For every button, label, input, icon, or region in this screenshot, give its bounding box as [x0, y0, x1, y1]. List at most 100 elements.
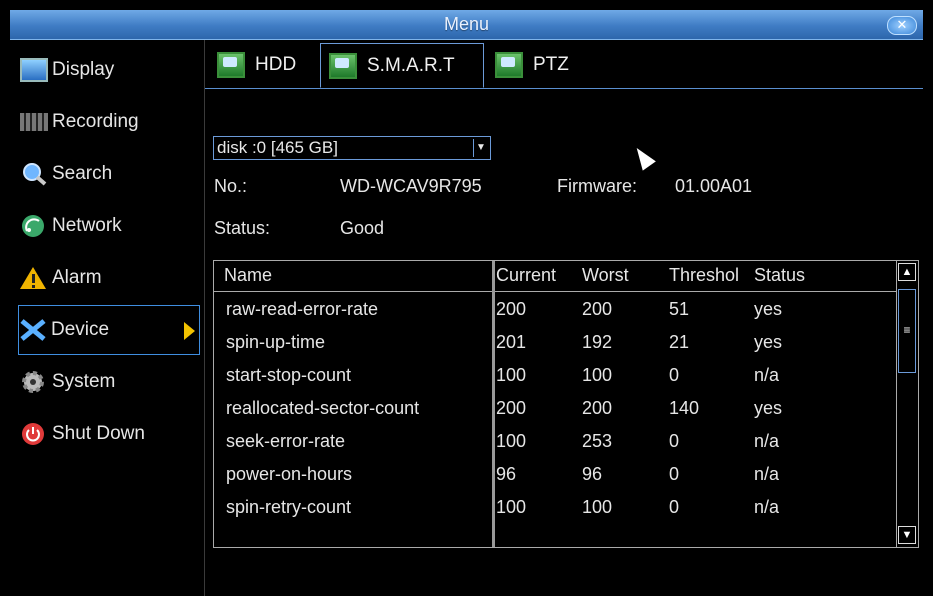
- window-title: Menu: [443, 14, 490, 34]
- cell-threshold: 21: [669, 332, 690, 352]
- cell-worst: 100: [582, 497, 613, 517]
- cell-threshold: 51: [669, 299, 690, 319]
- cell-current: 201: [496, 332, 527, 352]
- device-icon: [19, 318, 47, 342]
- cell-status: yes: [754, 332, 783, 352]
- cell-status: yes: [754, 398, 783, 418]
- tab-smart[interactable]: S.M.A.R.T: [320, 43, 484, 88]
- cell-worst: 192: [582, 332, 613, 352]
- cell-status: yes: [754, 299, 783, 319]
- sidebar-item-label: Network: [52, 215, 122, 236]
- chevron-down-icon[interactable]: ▼: [473, 139, 488, 157]
- cell-name: spin-up-time: [226, 332, 326, 352]
- recording-icon: [20, 113, 48, 131]
- main-panel: HDD S.M.A.R.T PTZ disk :0 [465 GB] ▼ No.…: [205, 40, 923, 596]
- sidebar-item-alarm[interactable]: Alarm: [20, 260, 198, 296]
- sidebar-item-label: Display: [52, 59, 115, 80]
- status-value: Good: [340, 218, 385, 238]
- search-icon: [20, 162, 48, 186]
- sidebar-item-label: Device: [51, 319, 110, 340]
- cell-current: 200: [496, 398, 527, 418]
- cell-name: reallocated-sector-count: [226, 398, 420, 418]
- sidebar-item-label: Alarm: [52, 267, 102, 288]
- sidebar-item-label: System: [52, 371, 116, 392]
- table-row[interactable]: reallocated-sector-count 200 200 140 yes: [214, 394, 896, 427]
- chevron-right-icon: [184, 322, 195, 340]
- table-row[interactable]: start-stop-count 100 100 0 n/a: [214, 361, 896, 394]
- tab-hdd[interactable]: HDD: [209, 44, 319, 86]
- sidebar-item-label: Search: [52, 163, 113, 184]
- scrollbar[interactable]: ▲ ≡ ▼: [896, 261, 918, 547]
- cell-worst: 100: [582, 365, 613, 385]
- tab-label: HDD: [255, 54, 297, 75]
- scroll-down-button[interactable]: ▼: [898, 526, 916, 544]
- network-icon: [20, 214, 48, 238]
- tab-ptz[interactable]: PTZ: [487, 44, 587, 86]
- scroll-thumb[interactable]: ≡: [898, 289, 916, 373]
- disk-select[interactable]: disk :0 [465 GB] ▼: [213, 136, 491, 160]
- tab-bar: HDD S.M.A.R.T PTZ: [205, 40, 923, 89]
- sidebar-item-label: Recording: [52, 111, 139, 132]
- cell-current: 100: [496, 497, 527, 517]
- table-row[interactable]: seek-error-rate 100 253 0 n/a: [214, 427, 896, 460]
- scroll-up-button[interactable]: ▲: [898, 263, 916, 281]
- image-icon: [495, 52, 523, 78]
- col-header-current: Current: [496, 265, 557, 285]
- sidebar-item-label: Shut Down: [52, 423, 145, 444]
- status-label: Status:: [214, 218, 271, 238]
- cell-worst: 253: [582, 431, 613, 451]
- alarm-icon: [20, 266, 48, 290]
- sidebar-item-display[interactable]: Display: [20, 52, 198, 88]
- cell-current: 96: [496, 464, 517, 484]
- cell-name: spin-retry-count: [226, 497, 352, 517]
- power-icon: [20, 422, 48, 446]
- sidebar-item-recording[interactable]: Recording: [20, 104, 198, 140]
- sidebar-item-device[interactable]: Device: [18, 305, 200, 355]
- image-icon: [329, 52, 357, 79]
- firmware-label: Firmware:: [557, 176, 637, 196]
- table-header: Name Current Worst Threshol Status: [214, 261, 896, 292]
- smart-table: Name Current Worst Threshol Status raw-r…: [213, 260, 919, 548]
- sidebar-item-search[interactable]: Search: [20, 156, 198, 192]
- firmware-value: 01.00A01: [675, 176, 753, 196]
- tab-label: PTZ: [533, 54, 569, 75]
- cell-name: power-on-hours: [226, 464, 353, 484]
- dvr-menu-window: Menu ✕ Display Recording Search Network: [0, 0, 933, 596]
- sidebar-item-network[interactable]: Network: [20, 208, 198, 244]
- cell-name: raw-read-error-rate: [226, 299, 379, 319]
- cell-status: n/a: [754, 431, 780, 451]
- sidebar-item-shutdown[interactable]: Shut Down: [20, 416, 198, 452]
- cell-worst: 200: [582, 299, 613, 319]
- cell-threshold: 0: [669, 497, 680, 517]
- mouse-cursor-icon: [630, 143, 656, 171]
- close-icon[interactable]: ✕: [887, 16, 917, 35]
- cell-threshold: 0: [669, 431, 680, 451]
- disk-select-value: disk :0 [465 GB]: [217, 138, 338, 157]
- cell-current: 200: [496, 299, 527, 319]
- cell-status: n/a: [754, 497, 780, 517]
- col-header-status: Status: [754, 265, 806, 285]
- title-bar: Menu ✕: [10, 10, 923, 40]
- cell-threshold: 0: [669, 464, 680, 484]
- serial-value: WD-WCAV9R795: [340, 176, 482, 196]
- table-row[interactable]: raw-read-error-rate 200 200 51 yes: [214, 295, 896, 328]
- table-row[interactable]: spin-retry-count 100 100 0 n/a: [214, 493, 896, 526]
- cell-current: 100: [496, 431, 527, 451]
- cell-threshold: 0: [669, 365, 680, 385]
- col-header-name: Name: [224, 265, 273, 285]
- col-header-worst: Worst: [582, 265, 629, 285]
- cell-threshold: 140: [669, 398, 700, 418]
- cell-worst: 96: [582, 464, 603, 484]
- cell-worst: 200: [582, 398, 613, 418]
- display-icon: [20, 58, 48, 82]
- image-icon: [217, 52, 245, 78]
- cell-status: n/a: [754, 365, 780, 385]
- table-row[interactable]: spin-up-time 201 192 21 yes: [214, 328, 896, 361]
- cell-current: 100: [496, 365, 527, 385]
- cell-name: start-stop-count: [226, 365, 352, 385]
- gear-icon: [20, 370, 48, 394]
- table-row[interactable]: power-on-hours 96 96 0 n/a: [214, 460, 896, 493]
- sidebar: Display Recording Search Network Alarm D…: [10, 40, 205, 596]
- cell-status: n/a: [754, 464, 780, 484]
- sidebar-item-system[interactable]: System: [20, 364, 198, 400]
